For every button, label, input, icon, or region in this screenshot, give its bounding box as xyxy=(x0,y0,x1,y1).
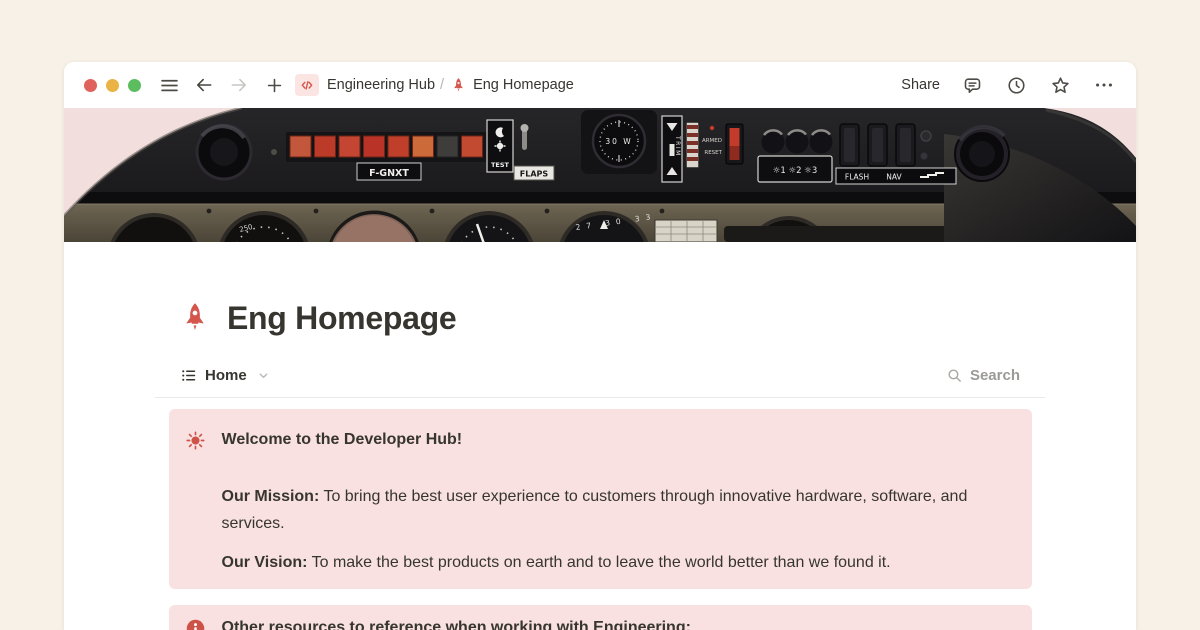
striped-indicator xyxy=(686,122,699,168)
warning-lights-row xyxy=(286,132,488,162)
right-socket xyxy=(954,126,1010,182)
back-button[interactable] xyxy=(192,73,216,97)
svg-text:ARMED: ARMED xyxy=(702,138,722,144)
chevron-down-icon xyxy=(257,369,270,382)
page-content: Eng Homepage Home Search xyxy=(64,242,1136,630)
light-knobs: ☼1 ☼2 ☼3 xyxy=(758,130,833,182)
favorite-button[interactable] xyxy=(1048,73,1072,97)
trim-indicator: TRIM xyxy=(662,116,682,182)
registration-plate: F-GNXT xyxy=(357,163,421,180)
page-title[interactable]: Eng Homepage xyxy=(227,298,456,338)
svg-text:FLAPS: FLAPS xyxy=(520,170,549,179)
callout-resources[interactable]: Other resources to reference when workin… xyxy=(169,605,1032,630)
rocket-icon xyxy=(451,77,466,94)
test-panel: TEST xyxy=(487,120,513,172)
mission-paragraph[interactable]: Our Mission: To bring the best user expe… xyxy=(222,483,1016,537)
list-view-icon xyxy=(180,367,197,384)
app-window: Engineering Hub / Eng Homepage Share xyxy=(64,62,1136,630)
search-button[interactable]: Search xyxy=(946,367,1020,384)
callout-heading[interactable]: Welcome to the Developer Hub! xyxy=(222,429,463,451)
more-options-button[interactable] xyxy=(1092,73,1116,97)
svg-text:FLASH: FLASH xyxy=(845,173,869,182)
breadcrumb-separator: / xyxy=(440,77,444,93)
svg-text:TEST: TEST xyxy=(491,161,510,169)
flash-nav-plate: FLASH NAV xyxy=(836,168,956,184)
window-minimize-button[interactable] xyxy=(106,79,119,92)
breadcrumb: Engineering Hub / Eng Homepage xyxy=(295,74,574,96)
breadcrumb-parent[interactable]: Engineering Hub xyxy=(327,77,435,93)
star-icon xyxy=(1050,75,1071,96)
svg-text:TRIM: TRIM xyxy=(674,135,681,157)
info-icon[interactable] xyxy=(185,618,206,630)
breadcrumb-workspace-item[interactable] xyxy=(295,74,319,96)
sun-icon[interactable] xyxy=(185,430,206,451)
svg-text:F-GNXT: F-GNXT xyxy=(369,168,409,179)
top-toolbar: Engineering Hub / Eng Homepage Share xyxy=(64,62,1136,108)
back-arrow-icon xyxy=(194,75,214,95)
callout-heading[interactable]: Other resources to reference when workin… xyxy=(222,617,691,630)
svg-text:30 W: 30 W xyxy=(605,137,632,146)
forward-button[interactable] xyxy=(227,73,251,97)
comment-icon xyxy=(962,75,983,96)
toggle-switches xyxy=(840,124,915,166)
tab-divider xyxy=(155,397,1045,398)
topbar-actions: Share xyxy=(901,73,1116,97)
vision-paragraph[interactable]: Our Vision: To make the best products on… xyxy=(222,549,1016,576)
ellipsis-icon xyxy=(1093,74,1115,96)
window-zoom-button[interactable] xyxy=(128,79,141,92)
svg-text:☼1 ☼2 ☼3: ☼1 ☼2 ☼3 xyxy=(773,166,818,176)
search-icon xyxy=(946,367,963,384)
page-cover-image: 250 27 30 33 xyxy=(64,108,1136,242)
cockpit-illustration: 250 27 30 33 xyxy=(64,108,1136,242)
clock-icon xyxy=(1006,75,1027,96)
tab-home[interactable]: Home xyxy=(180,367,270,384)
comments-button[interactable] xyxy=(960,73,984,97)
callout-welcome[interactable]: Welcome to the Developer Hub! Our Missio… xyxy=(169,409,1032,589)
search-label: Search xyxy=(970,367,1020,384)
forward-arrow-icon xyxy=(229,75,249,95)
plus-icon xyxy=(265,76,284,95)
svg-text:NAV: NAV xyxy=(886,173,902,182)
tab-home-label: Home xyxy=(205,367,247,384)
new-page-button[interactable] xyxy=(262,73,286,97)
breadcrumb-current[interactable]: Eng Homepage xyxy=(473,77,574,93)
callout-body: Our Mission: To bring the best user expe… xyxy=(222,483,1016,576)
hamburger-icon xyxy=(159,75,180,96)
window-close-button[interactable] xyxy=(84,79,97,92)
updates-button[interactable] xyxy=(1004,73,1028,97)
screenshot-root: { "colors": { "canvas_background": "#f7f… xyxy=(0,0,1200,630)
compass: 30 W xyxy=(581,110,657,174)
code-icon xyxy=(299,78,315,93)
svg-text:RESET: RESET xyxy=(704,150,722,156)
share-button[interactable]: Share xyxy=(901,77,940,93)
rocket-icon xyxy=(180,301,210,335)
sidebar-menu-button[interactable] xyxy=(157,73,181,97)
view-tab-bar: Home Search xyxy=(180,362,1020,388)
page-icon[interactable] xyxy=(180,301,210,335)
